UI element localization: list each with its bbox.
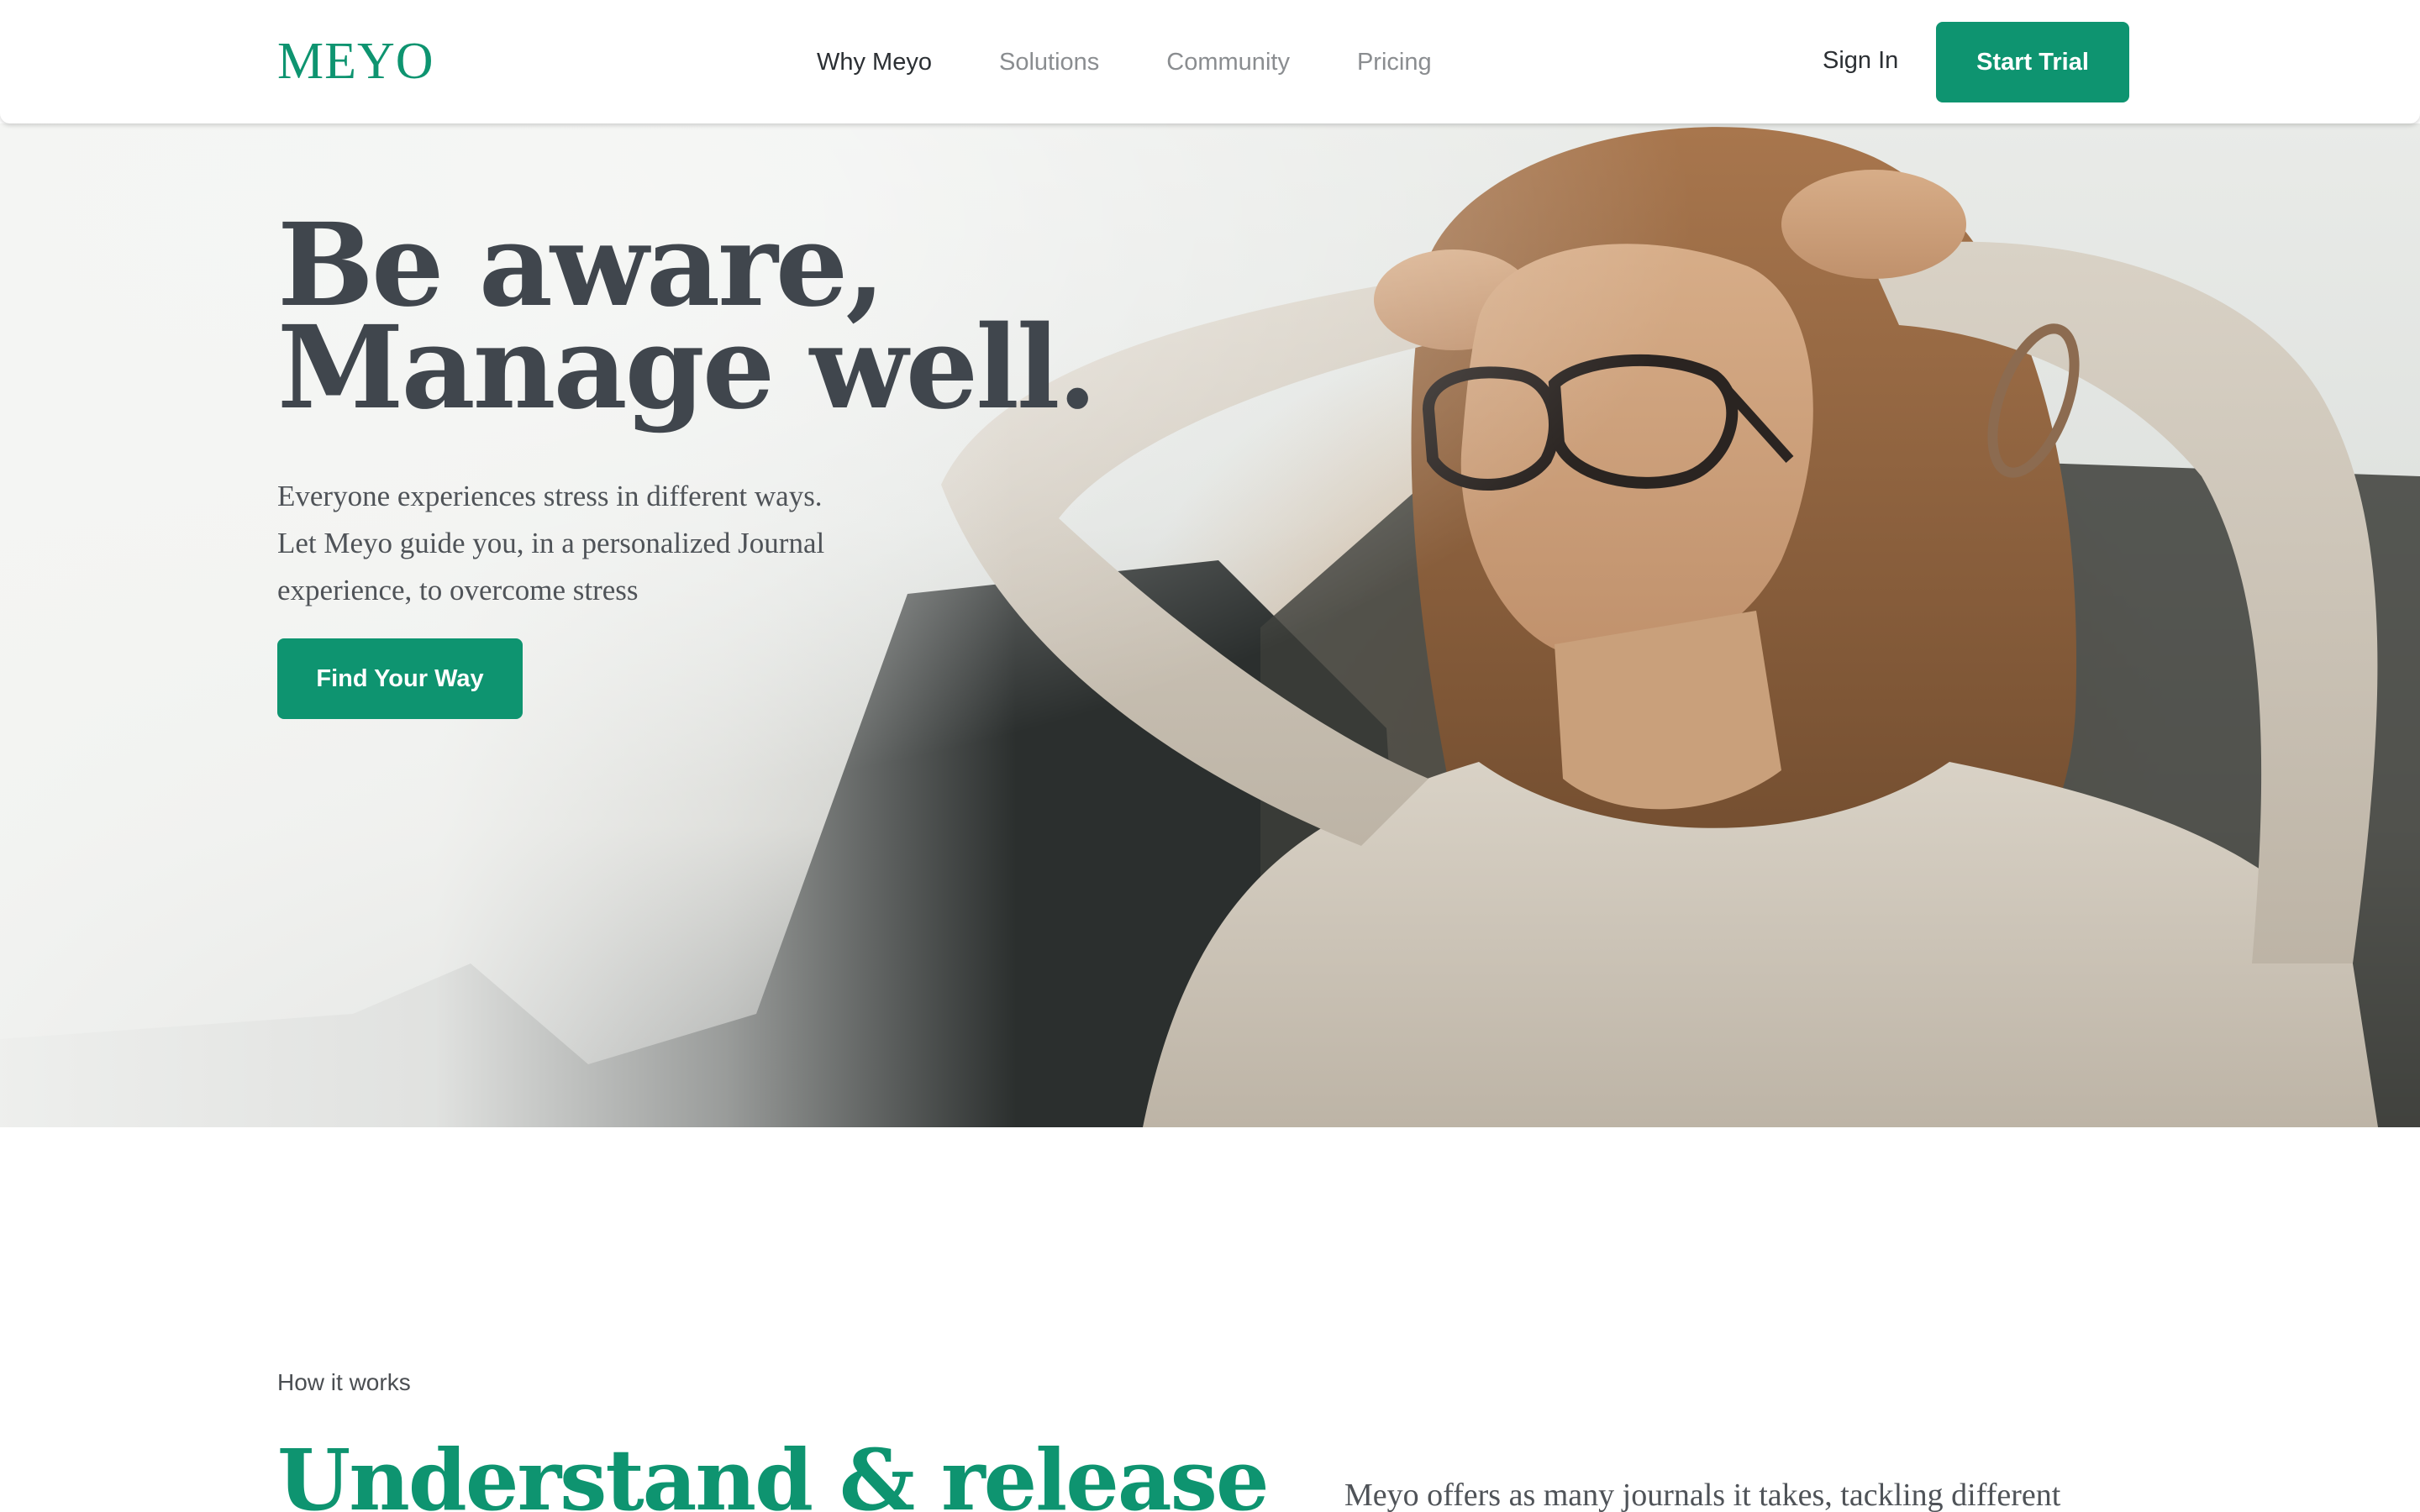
start-trial-button[interactable]: Start Trial (1936, 22, 2129, 102)
hero-description-line-1: Everyone experiences stress in different… (277, 480, 823, 512)
how-it-works-description: Meyo offers as many journals it takes, t… (1344, 1478, 2061, 1512)
hero-section: Be aware, Manage well. Everyone experien… (0, 123, 2420, 1127)
how-it-works-title: Understand & release (277, 1431, 1270, 1512)
nav-item-community[interactable]: Community (1166, 44, 1290, 81)
nav-item-pricing[interactable]: Pricing (1357, 44, 1432, 81)
hero-description-line-3: experience, to overcome stress (277, 574, 639, 606)
how-it-works-label: How it works (277, 1369, 411, 1395)
brand-logo[interactable]: MEYO (277, 32, 434, 91)
hero-headline: Be aware, Manage well. (277, 208, 1097, 425)
hero-headline-line-2: Manage well. (277, 301, 1097, 435)
main-nav: Why Meyo Solutions Community Pricing (817, 44, 1499, 81)
find-your-way-button[interactable]: Find Your Way (277, 638, 523, 719)
hero-description: Everyone experiences stress in different… (277, 473, 882, 614)
nav-item-solutions[interactable]: Solutions (999, 44, 1099, 81)
hero-description-line-2: Let Meyo guide you, in a personalized Jo… (277, 527, 825, 559)
nav-item-why-meyo[interactable]: Why Meyo (817, 44, 932, 81)
sign-in-link[interactable]: Sign In (1823, 42, 1898, 79)
top-navbar: MEYO Why Meyo Solutions Community Pricin… (0, 0, 2420, 123)
